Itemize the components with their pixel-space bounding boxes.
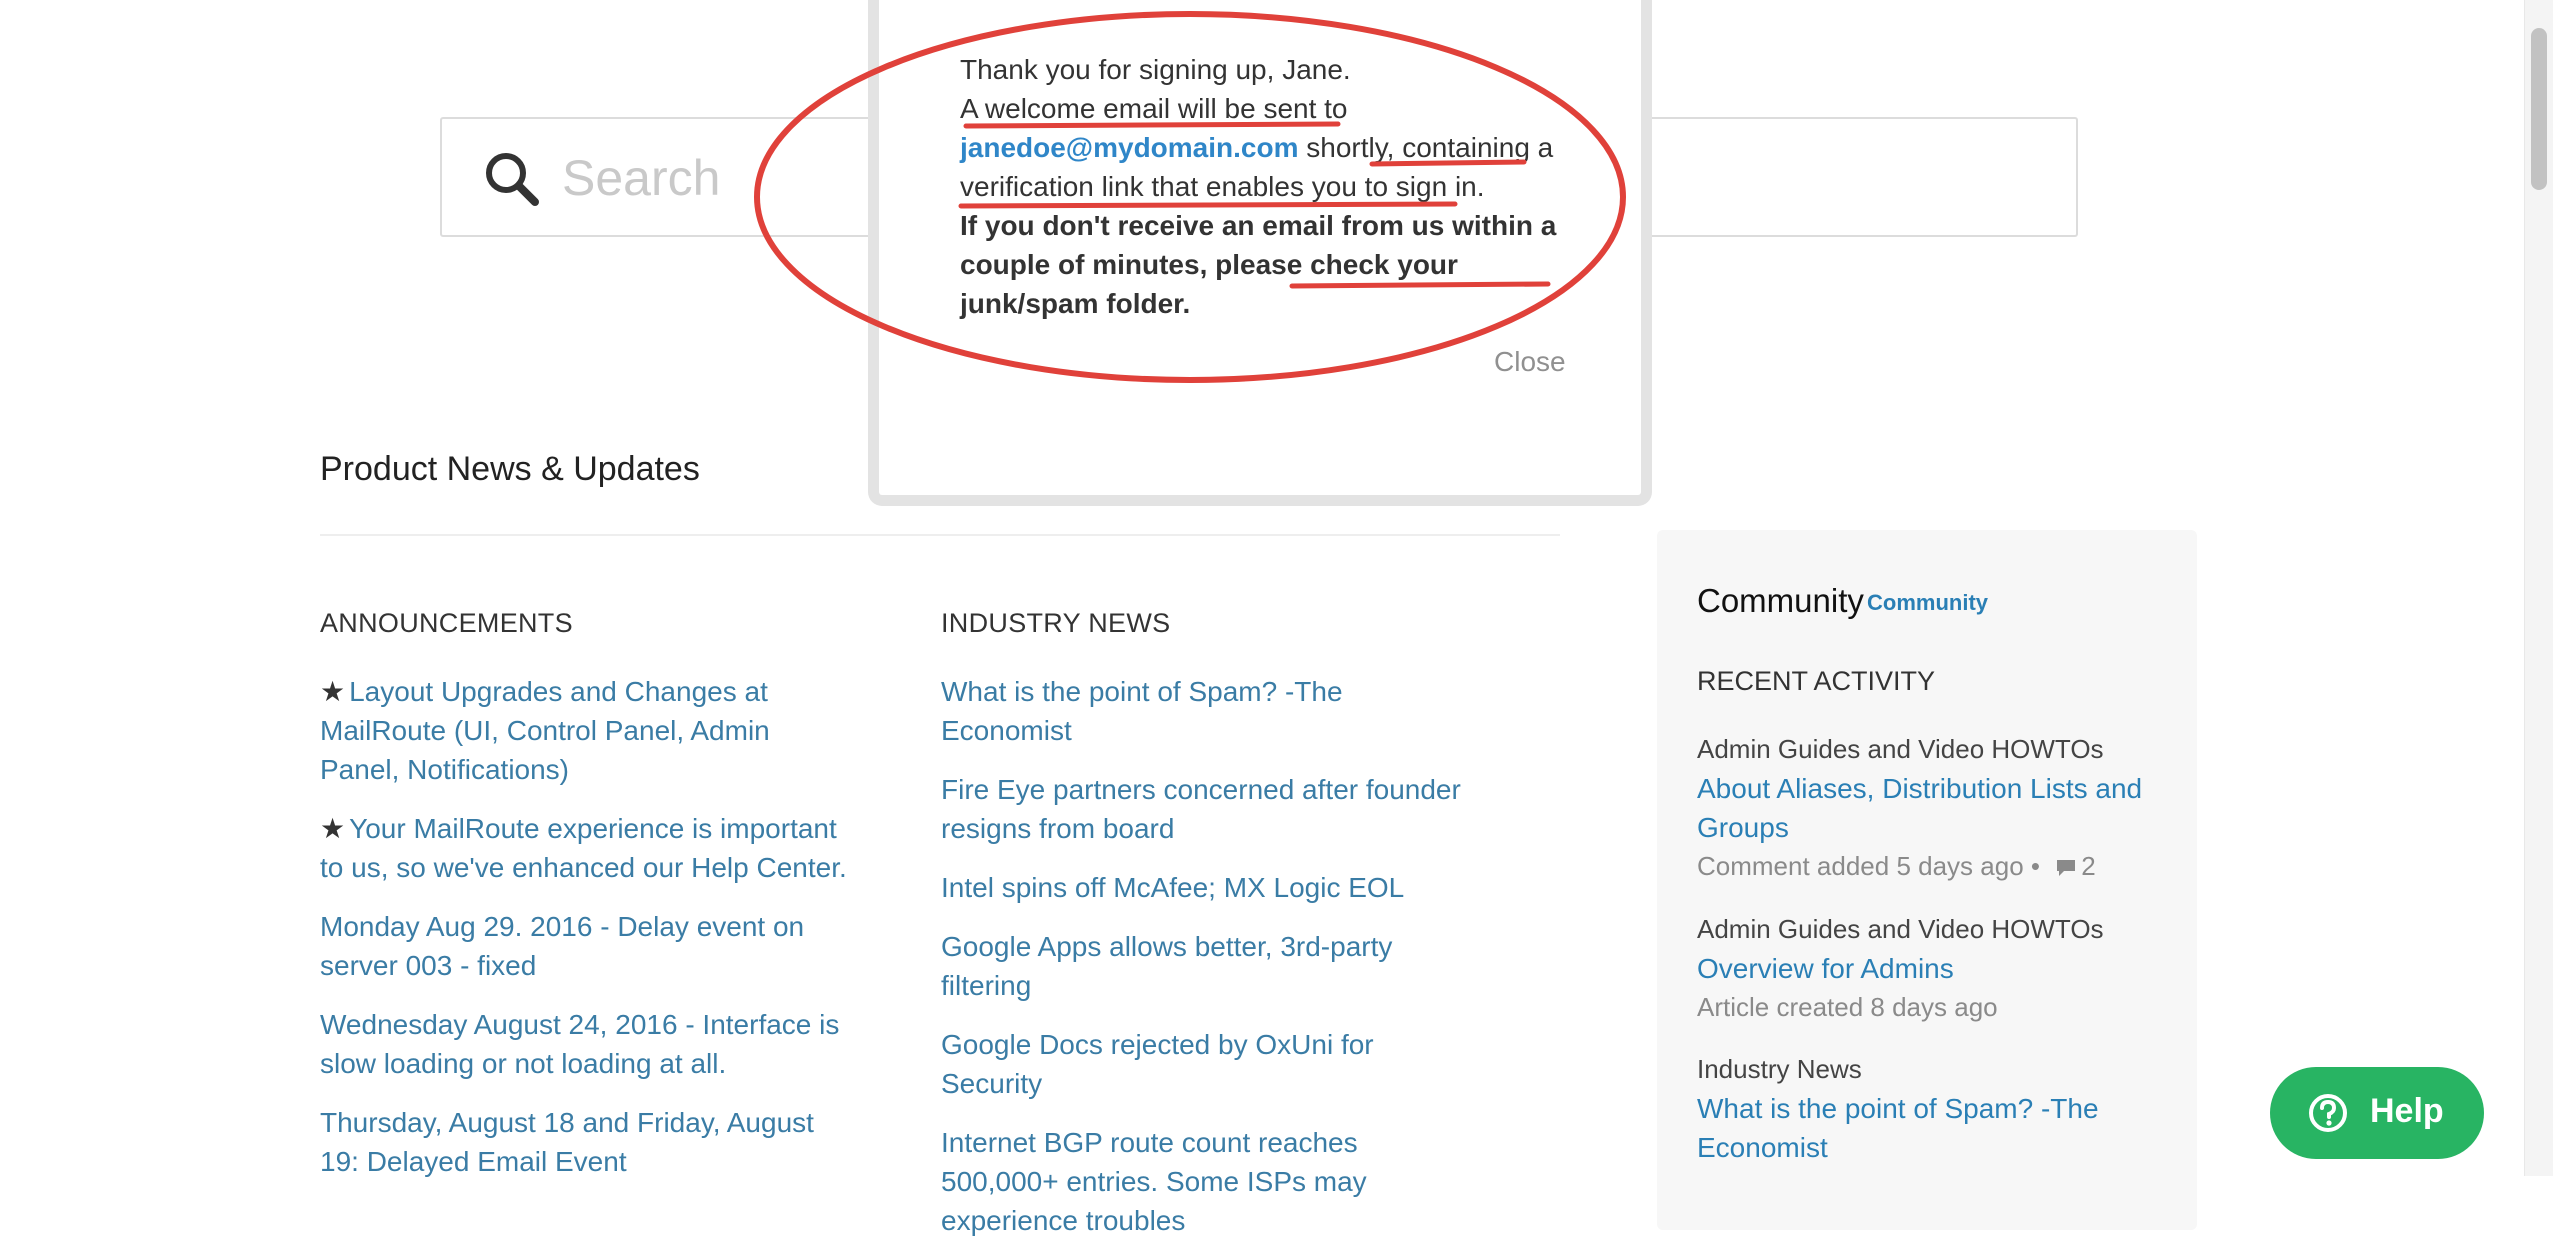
community-title: Community — [1697, 582, 1864, 619]
announcement-link[interactable]: Wednesday August 24, 2016 - Interface is… — [320, 1009, 839, 1079]
modal-info: A welcome email will be sent to janedoe@… — [960, 89, 1580, 206]
community-panel: Community Community RECENT ACTIVITY Admi… — [1657, 530, 2197, 1230]
activity-title-link[interactable]: What is the point of Spam? -The Economis… — [1697, 1089, 2167, 1167]
industry-news-heading: INDUSTRY NEWS — [941, 608, 1171, 638]
modal-warning: If you don't receive an email from us wi… — [960, 210, 1557, 319]
list-item: Google Docs rejected by OxUni for Securi… — [941, 1025, 1481, 1103]
list-item: Google Apps allows better, 3rd-party fil… — [941, 927, 1481, 1005]
industry-news-link[interactable]: What is the point of Spam? -The Economis… — [941, 676, 1343, 746]
activity-meta-text: Comment added 5 days ago — [1697, 851, 2024, 881]
help-circle-icon — [2309, 1094, 2347, 1132]
email-link[interactable]: janedoe@mydomain.com — [960, 132, 1299, 163]
activity-item: Industry News What is the point of Spam?… — [1697, 1050, 2167, 1167]
page-scrollbar[interactable] — [2524, 0, 2553, 1176]
list-item: ★ Layout Upgrades and Changes at MailRout… — [320, 672, 850, 789]
list-item: Monday Aug 29. 2016 - Delay event on ser… — [320, 907, 850, 985]
list-item: Internet BGP route count reaches 500,000… — [941, 1123, 1481, 1240]
list-item: Fire Eye partners concerned after founde… — [941, 770, 1481, 848]
industry-news-link[interactable]: Google Apps allows better, 3rd-party fil… — [941, 931, 1392, 1001]
industry-news-list: What is the point of Spam? -The Economis… — [941, 672, 1481, 1260]
close-button[interactable]: Close — [1494, 346, 1566, 378]
activity-item: Admin Guides and Video HOWTOs About Alia… — [1697, 730, 2167, 886]
activity-title-link[interactable]: Overview for Admins — [1697, 949, 2167, 988]
activity-item: Admin Guides and Video HOWTOs Overview f… — [1697, 910, 2167, 1027]
modal-message: Thank you for signing up, Jane. A welcom… — [960, 50, 1580, 323]
comment-count: 2 — [2081, 851, 2096, 881]
industry-news-link[interactable]: Intel spins off McAfee; MX Logic EOL — [941, 872, 1404, 903]
list-item: Thursday, August 18 and Friday, August 1… — [320, 1103, 850, 1181]
announcement-link[interactable]: Layout Upgrades and Changes at MailRoute… — [320, 676, 770, 785]
separator-dot: • — [2030, 851, 2040, 881]
industry-news-link[interactable]: Fire Eye partners concerned after founde… — [941, 774, 1461, 844]
list-item: What is the point of Spam? -The Economis… — [941, 672, 1481, 750]
announcement-link[interactable]: Thursday, August 18 and Friday, August 1… — [320, 1107, 814, 1177]
section-divider — [320, 534, 1560, 536]
activity-category: Admin Guides and Video HOWTOs — [1697, 914, 2104, 944]
star-icon: ★ — [320, 676, 346, 707]
announcement-link[interactable]: Monday Aug 29. 2016 - Delay event on ser… — [320, 911, 804, 981]
community-link[interactable]: Community — [1867, 590, 1988, 616]
help-label: Help — [2370, 1092, 2444, 1130]
list-item: Wednesday August 24, 2016 - Interface is… — [320, 1005, 850, 1083]
announcements-heading: ANNOUNCEMENTS — [320, 608, 573, 638]
list-item: Intel spins off McAfee; MX Logic EOL — [941, 868, 1481, 907]
announcements-list: ★ Layout Upgrades and Changes at MailRout… — [320, 672, 850, 1201]
list-item: ★ Your MailRoute experience is important … — [320, 809, 850, 887]
activity-meta: Comment added 5 days ago • 2 — [1697, 847, 2167, 886]
comment-icon — [2057, 860, 2076, 877]
industry-news-link[interactable]: Google Docs rejected by OxUni for Securi… — [941, 1029, 1374, 1099]
announcement-link[interactable]: Your MailRoute experience is important t… — [320, 813, 847, 883]
recent-activity-heading: RECENT ACTIVITY — [1697, 666, 1936, 696]
industry-news-link[interactable]: Internet BGP route count reaches 500,000… — [941, 1127, 1367, 1236]
modal-greeting: Thank you for signing up, Jane. — [960, 54, 1351, 85]
modal-info-prefix: A welcome email will be sent to — [960, 93, 1348, 124]
activity-category: Admin Guides and Video HOWTOs — [1697, 734, 2104, 764]
activity-category: Industry News — [1697, 1054, 1862, 1084]
scroll-thumb[interactable] — [2531, 28, 2547, 190]
help-button[interactable]: Help — [2270, 1067, 2484, 1159]
search-icon — [486, 153, 539, 206]
activity-title-link[interactable]: About Aliases, Distribution Lists and Gr… — [1697, 769, 2167, 847]
activity-meta: Article created 8 days ago — [1697, 992, 1998, 1022]
section-title: Product News & Updates — [320, 450, 700, 488]
star-icon: ★ — [320, 813, 346, 844]
